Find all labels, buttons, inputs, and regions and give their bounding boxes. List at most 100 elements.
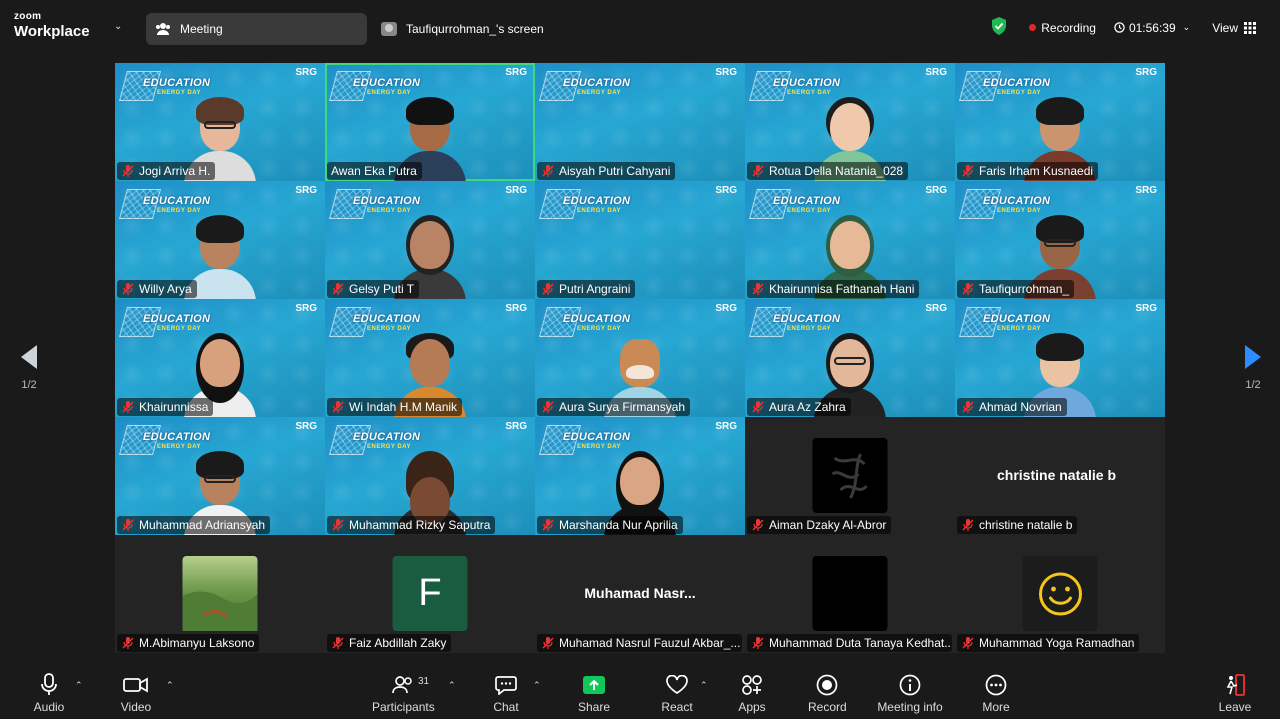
video-tile[interactable]: EDUCATION ENERGY DAY SRG Muhammad Rizky S… [325, 417, 535, 535]
mic-muted-icon [752, 519, 764, 531]
video-tile[interactable]: EDUCATION ENERGY DAY SRG Putri Angraini [535, 181, 745, 299]
profile-picture-black [812, 556, 888, 631]
audio-button[interactable]: Audio [33, 672, 65, 714]
leave-button[interactable]: Leave [1218, 672, 1252, 714]
apps-button[interactable]: Apps [736, 672, 768, 714]
video-tile[interactable]: EDUCATION ENERGY DAY SRG Taufiqurrohman_ [955, 181, 1165, 299]
screen-thumbnail-icon [380, 20, 398, 38]
profile-tile[interactable]: Muhammad Yoga Ramadhan [955, 535, 1165, 653]
encryption-shield-icon[interactable] [991, 17, 1007, 38]
top-bar: zoom Workplace ⌄ Meeting Taufiqurrohman_… [0, 0, 1280, 56]
video-tile[interactable]: EDUCATION ENERGY DAY SRG Khairunnissa [115, 299, 325, 417]
video-tile[interactable]: EDUCATION ENERGY DAY SRG Ahmad Novrian [955, 299, 1165, 417]
src-logo: SRG [505, 67, 527, 78]
video-tile-active-speaker[interactable]: EDUCATION ENERGY DAY SRG Awan Eka Putra [325, 63, 535, 181]
tab-shared-screen[interactable]: Taufiqurrohman_'s screen [376, 13, 576, 45]
video-tile[interactable]: EDUCATION ENERGY DAY SRG Aura Surya Firma… [535, 299, 745, 417]
participant-name-tag: Muhammad Yoga Ramadhan [957, 634, 1140, 652]
chevron-down-icon[interactable]: ⌄ [114, 21, 122, 32]
video-options-caret-icon[interactable]: ⌃ [166, 680, 174, 691]
recording-indicator[interactable]: Recording [1029, 21, 1096, 35]
video-button[interactable]: Video [119, 672, 153, 714]
video-tile[interactable]: EDUCATION ENERGY DAY SRG Muhammad Adrians… [115, 417, 325, 535]
video-tile[interactable]: EDUCATION ENERGY DAY SRG Marshanda Nur Ap… [535, 417, 745, 535]
share-label: Share [577, 700, 611, 714]
previous-page-button[interactable]: 1/2 [14, 345, 44, 391]
video-tile[interactable]: EDUCATION ENERGY DAY SRG Rotua Della Nata… [745, 63, 955, 181]
participant-name-tag: Faiz Abdillah Zaky [327, 634, 452, 652]
src-logo: SRG [295, 67, 317, 78]
page-indicator-right: 1/2 [1245, 379, 1261, 391]
record-icon [808, 672, 846, 698]
more-button[interactable]: More [980, 672, 1012, 714]
view-button[interactable]: View [1212, 21, 1256, 35]
clock-icon [1114, 22, 1125, 33]
react-caret-icon[interactable]: ⌃ [700, 680, 708, 691]
video-tile[interactable]: EDUCATION ENERGY DAY SRG Faris Irham Kusn… [955, 63, 1165, 181]
grid-view-icon [1244, 21, 1256, 34]
src-logo: SRG [715, 421, 737, 432]
participant-name-tag: Aura Az Zahra [747, 398, 851, 416]
mic-muted-icon [122, 519, 134, 531]
src-logo: SRG [925, 185, 947, 196]
timer-value: 01:56:39 [1128, 20, 1176, 35]
profile-picture [812, 438, 888, 513]
video-tile[interactable]: EDUCATION ENERGY DAY SRG Khairunnisa Fath… [745, 181, 955, 299]
mic-muted-icon [542, 401, 554, 413]
record-button[interactable]: Record [808, 672, 847, 714]
meeting-toolbar: Audio ⌃ Video ⌃ Participants 31 ⌃ Chat ⌃… [0, 664, 1280, 719]
recording-label: Recording [1041, 20, 1096, 35]
react-button[interactable]: React [660, 672, 694, 714]
profile-tile[interactable]: Muhammad Duta Tanaya Kedhat... [745, 535, 955, 653]
participant-name-tag: Faris Irham Kusnaedi [957, 162, 1099, 180]
meeting-info-button[interactable]: Meeting info [876, 672, 944, 714]
status-area: Recording 01:56:39 ⌄ View [991, 17, 1256, 38]
video-tile[interactable]: EDUCATION ENERGY DAY SRG Wi Indah H.M Man… [325, 299, 535, 417]
tab-meeting[interactable]: Meeting [146, 13, 367, 45]
mic-muted-icon [332, 283, 344, 295]
participant-name-tag: Muhamad Nasrul Fauzul Akbar_... [537, 634, 742, 652]
profile-tile[interactable]: Aiman Dzaky Al-Abror [745, 417, 955, 535]
video-tile[interactable]: EDUCATION ENERGY DAY SRG Willy Arya [115, 181, 325, 299]
participant-name-tag: Khairunnisa Fathanah Hani [747, 280, 920, 298]
src-logo: SRG [505, 303, 527, 314]
participants-caret-icon[interactable]: ⌃ [448, 680, 456, 691]
participant-display-name: Muhamad Nasr... [584, 585, 696, 601]
video-tile[interactable]: EDUCATION ENERGY DAY SRG Aisyah Putri Cah… [535, 63, 745, 181]
zoom-workplace-logo[interactable]: zoom Workplace [14, 12, 90, 40]
heart-icon [660, 672, 694, 698]
tab-screen-label: Taufiqurrohman_'s screen [406, 22, 544, 36]
profile-tile[interactable]: F Faiz Abdillah Zaky [325, 535, 535, 653]
microphone-icon [33, 672, 65, 698]
next-page-button[interactable]: 1/2 [1238, 345, 1268, 391]
share-button[interactable]: Share [576, 672, 612, 714]
audio-options-caret-icon[interactable]: ⌃ [75, 680, 83, 691]
arrow-right-icon [1245, 345, 1261, 369]
src-logo: SRG [925, 303, 947, 314]
profile-tile[interactable]: christine natalie b christine natalie b [955, 417, 1165, 535]
participant-name-tag: Aura Surya Firmansyah [537, 398, 691, 416]
participant-name-tag: Willy Arya [117, 280, 197, 298]
react-label: React [661, 700, 693, 714]
initial-avatar: F [392, 556, 468, 631]
mic-muted-icon [752, 401, 764, 413]
chat-button[interactable]: Chat [490, 672, 522, 714]
meeting-timer[interactable]: 01:56:39 ⌄ [1114, 21, 1190, 35]
participant-name-tag: Putri Angraini [537, 280, 636, 298]
recording-dot-icon [1029, 24, 1037, 31]
people-icon [154, 20, 172, 38]
video-tile[interactable]: EDUCATION ENERGY DAY SRG Jogi Arriva H. [115, 63, 325, 181]
mic-muted-icon [122, 401, 134, 413]
mic-muted-icon [962, 283, 974, 295]
mic-muted-icon [962, 401, 974, 413]
video-tile[interactable]: EDUCATION ENERGY DAY SRG Aura Az Zahra [745, 299, 955, 417]
brand-large: Workplace [14, 23, 90, 40]
gallery-grid: EDUCATION ENERGY DAY SRG Jogi Arriva H. E… [115, 63, 1165, 653]
participant-name-tag: Muhammad Adriansyah [117, 516, 271, 534]
chat-caret-icon[interactable]: ⌃ [533, 680, 541, 691]
mic-muted-icon [122, 283, 134, 295]
profile-tile[interactable]: M.Abimanyu Laksono [115, 535, 325, 653]
meeting-info-label: Meeting info [877, 700, 943, 714]
profile-tile[interactable]: Muhamad Nasr... Muhamad Nasrul Fauzul Ak… [535, 535, 745, 653]
video-tile[interactable]: EDUCATION ENERGY DAY SRG Gelsy Puti T [325, 181, 535, 299]
